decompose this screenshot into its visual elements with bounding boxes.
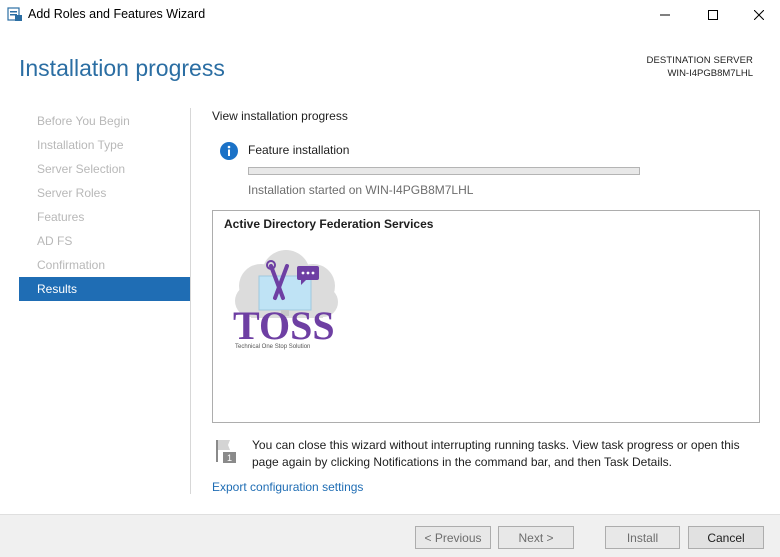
installation-progress-bar [248,167,640,175]
export-configuration-link[interactable]: Export configuration settings [212,480,363,494]
info-icon [220,142,238,160]
logo-tagline: Technical One Stop Solution [235,344,310,350]
nav-item-server-roles: Server Roles [37,186,107,200]
title-bar: Add Roles and Features Wizard [0,0,780,30]
cancel-button[interactable]: Cancel [688,526,764,549]
close-wizard-note: You can close this wizard without interr… [252,438,740,469]
maximize-button[interactable] [690,0,736,30]
previous-button[interactable]: < Previous [415,526,491,549]
destination-server-name: WIN-I4PGB8M7LHL [667,68,753,79]
nav-item-results[interactable]: Results [19,277,190,301]
maximize-icon [708,10,718,20]
nav-item-server-selection: Server Selection [37,162,126,176]
nav-item-confirmation: Confirmation [37,258,106,272]
logo-text: TOSS [233,303,335,348]
nav-divider [190,108,191,494]
notification-badge: 1 [227,453,232,463]
destination-server-label: DESTINATION SERVER [646,55,753,66]
section-label: View installation progress [212,109,348,123]
close-icon [754,10,764,20]
nav-item-ad-fs: AD FS [37,234,73,248]
results-box: Active Directory Federation Services TOS… [212,210,760,423]
next-button[interactable]: Next > [498,526,574,549]
wizard-footer: < Previous Next > Install Cancel [0,514,780,557]
nav-item-installation-type: Installation Type [37,138,124,152]
results-feature-title: Active Directory Federation Services [224,217,434,231]
server-manager-icon [7,7,22,21]
notification-flag-icon: 1 [216,440,236,463]
minimize-button[interactable] [642,0,688,30]
page-title: Installation progress [19,55,225,81]
window-title: Add Roles and Features Wizard [28,7,206,21]
wizard-header: Installation progress DESTINATION SERVER… [0,30,780,98]
install-button[interactable]: Install [605,526,680,549]
close-button[interactable] [736,0,780,30]
installation-status-text: Installation started on WIN-I4PGB8M7LHL [248,183,474,197]
feature-installation-label: Feature installation [248,143,350,157]
wizard-nav: Before You Begin Installation Type Serve… [19,109,190,301]
nav-item-features: Features [37,210,85,224]
nav-item-before-you-begin: Before You Begin [37,114,130,128]
minimize-icon [660,14,670,16]
toss-logo: TOSS Technical One Stop Solution [233,250,339,350]
